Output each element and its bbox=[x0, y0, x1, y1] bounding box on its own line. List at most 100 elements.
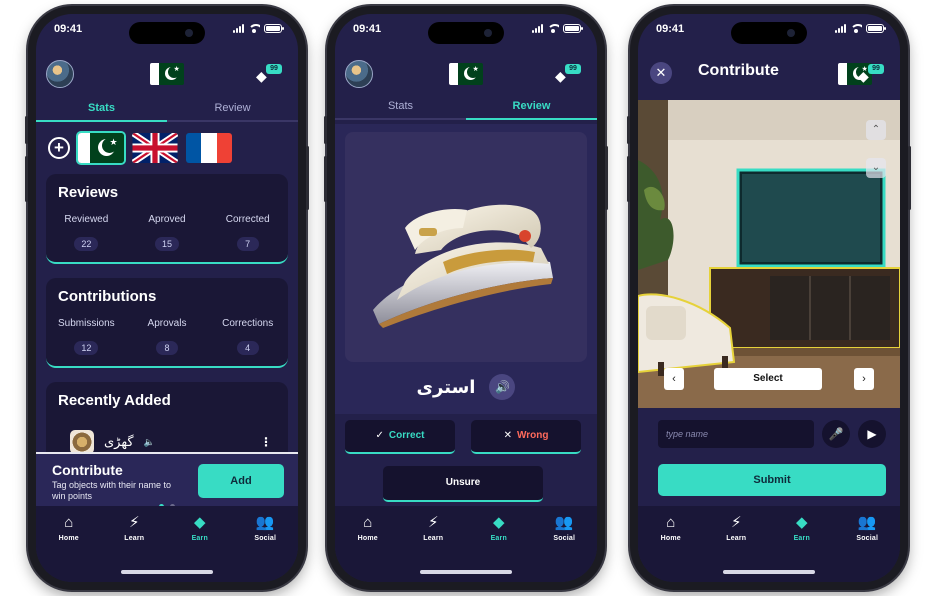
screen: 09:41 ✕ Contribute ★ ◆ 99 ⌃ ⌄ ‹ Select ›… bbox=[638, 14, 900, 582]
flag-france[interactable] bbox=[186, 133, 232, 163]
flag-uk[interactable] bbox=[132, 133, 178, 163]
screen: 09:41 ★ ◆ 99 Stats Review bbox=[335, 14, 597, 582]
lightning-icon: ⚡ bbox=[128, 514, 140, 531]
dynamic-island bbox=[428, 22, 504, 44]
nav-earn[interactable]: ◆ Earn bbox=[769, 514, 835, 542]
status-bar: 09:41 bbox=[335, 14, 597, 50]
nav-earn[interactable]: ◆ Earn bbox=[466, 514, 532, 542]
correct-button[interactable]: ✓ Correct bbox=[345, 420, 455, 454]
signal-icon bbox=[835, 24, 846, 33]
list-item[interactable]: گھڑی 🔈 ⋮ bbox=[70, 430, 272, 454]
tab-review[interactable]: Review bbox=[167, 98, 298, 120]
battery-icon bbox=[563, 24, 583, 33]
nav-social[interactable]: 👥 Social bbox=[532, 514, 598, 542]
nav-social[interactable]: 👥 Social bbox=[835, 514, 901, 542]
dynamic-island bbox=[731, 22, 807, 44]
next-arrow-icon[interactable]: › bbox=[854, 368, 874, 390]
pakistan-flag-icon[interactable]: ★ bbox=[449, 63, 483, 85]
tab-stats[interactable]: Stats bbox=[335, 96, 466, 118]
gems-button[interactable]: ◆ 99 bbox=[858, 64, 888, 86]
review-panel: استری 🔊 bbox=[335, 124, 597, 414]
contribute-title: Contribute bbox=[52, 462, 123, 478]
people-icon: 👥 bbox=[857, 514, 877, 531]
stat-submissions: Submissions 12 bbox=[57, 318, 115, 355]
object-image bbox=[345, 132, 587, 362]
more-options-icon[interactable]: ⋮ bbox=[260, 435, 272, 449]
wrong-button[interactable]: ✕ Wrong bbox=[471, 420, 581, 454]
stat-reviewed: Reviewed 22 bbox=[64, 214, 109, 251]
nav-social[interactable]: 👥 Social bbox=[233, 514, 299, 542]
unsure-button[interactable]: Unsure bbox=[383, 466, 543, 502]
nav-learn[interactable]: ⚡ Learn bbox=[704, 514, 770, 542]
status-bar: 09:41 bbox=[638, 14, 900, 50]
name-input[interactable] bbox=[658, 420, 814, 448]
speaker-icon[interactable]: 🔈 bbox=[144, 437, 155, 448]
status-time: 09:41 bbox=[656, 23, 685, 35]
microphone-icon[interactable]: 🎤 bbox=[822, 420, 850, 448]
signal-icon bbox=[233, 24, 244, 33]
nav-home[interactable]: ⌂ Home bbox=[335, 514, 401, 542]
contributions-card: Contributions Submissions 12 Aprovals 8 … bbox=[46, 278, 288, 368]
gem-count-badge: 99 bbox=[868, 64, 884, 74]
home-icon: ⌂ bbox=[363, 514, 373, 531]
chevron-up-icon[interactable]: ⌃ bbox=[866, 120, 886, 140]
gems-button[interactable]: ◆ 99 bbox=[256, 64, 286, 86]
close-icon[interactable]: ✕ bbox=[650, 62, 672, 84]
item-word: گھڑی bbox=[104, 434, 134, 449]
nav-learn[interactable]: ⚡ Learn bbox=[102, 514, 168, 542]
speaker-icon[interactable]: 🔊 bbox=[489, 374, 516, 400]
flag-pakistan[interactable]: ★ bbox=[78, 133, 124, 163]
status-time: 09:41 bbox=[353, 23, 382, 35]
stat-approved: Aproved 15 bbox=[148, 214, 186, 251]
nav-home[interactable]: ⌂ Home bbox=[638, 514, 704, 542]
room-photo[interactable]: ⌃ ⌄ ‹ Select › bbox=[638, 100, 900, 408]
reviews-card: Reviews Reviewed 22 Aproved 15 Corrected… bbox=[46, 174, 288, 264]
gem-icon: ◆ bbox=[795, 514, 808, 531]
recently-added-title: Recently Added bbox=[58, 392, 171, 409]
nav-learn[interactable]: ⚡ Learn bbox=[401, 514, 467, 542]
select-button[interactable]: Select bbox=[714, 368, 822, 390]
chevron-down-icon[interactable]: ⌄ bbox=[866, 158, 886, 178]
item-thumbnail bbox=[70, 430, 94, 454]
pakistan-flag-icon[interactable]: ★ bbox=[150, 63, 184, 85]
tab-review[interactable]: Review bbox=[466, 96, 597, 120]
gems-button[interactable]: ◆ 99 bbox=[555, 64, 585, 86]
tab-bar: Stats Review bbox=[36, 98, 298, 122]
contribute-description: Tag objects with their name to win point… bbox=[52, 480, 172, 501]
gem-icon: ◆ bbox=[492, 514, 505, 531]
home-indicator bbox=[723, 570, 815, 574]
living-room-image bbox=[638, 100, 900, 408]
play-icon[interactable]: ▶ bbox=[858, 420, 886, 448]
nav-home[interactable]: ⌂ Home bbox=[36, 514, 102, 542]
signal-icon bbox=[532, 24, 543, 33]
reviews-title: Reviews bbox=[58, 184, 119, 201]
add-language-icon[interactable]: + bbox=[48, 137, 70, 159]
previous-arrow-icon[interactable]: ‹ bbox=[664, 368, 684, 390]
add-button[interactable]: Add bbox=[198, 464, 284, 498]
battery-icon bbox=[866, 24, 886, 33]
home-icon: ⌂ bbox=[64, 514, 74, 531]
language-flags: + ★ bbox=[48, 132, 286, 164]
wifi-icon bbox=[547, 24, 559, 33]
avatar[interactable] bbox=[345, 60, 373, 88]
tab-bar: Stats Review bbox=[335, 96, 597, 120]
close-icon: ✕ bbox=[503, 430, 512, 441]
phone-contribute: 09:41 ✕ Contribute ★ ◆ 99 ⌃ ⌄ ‹ Select ›… bbox=[627, 6, 911, 590]
people-icon: 👥 bbox=[255, 514, 275, 531]
avatar[interactable] bbox=[46, 60, 74, 88]
status-time: 09:41 bbox=[54, 23, 83, 35]
stat-approvals: Aprovals 8 bbox=[147, 318, 187, 355]
dynamic-island bbox=[129, 22, 205, 44]
home-icon: ⌂ bbox=[666, 514, 676, 531]
bottom-nav: ⌂ Home ⚡ Learn ◆ Earn 👥 Social bbox=[36, 506, 298, 582]
home-indicator bbox=[420, 570, 512, 574]
tab-stats[interactable]: Stats bbox=[36, 98, 167, 122]
contributions-title: Contributions bbox=[58, 288, 157, 305]
wifi-icon bbox=[850, 24, 862, 33]
screen: 09:41 ★ ◆ 99 Stats Review bbox=[36, 14, 298, 582]
showcase: 09:41 ★ ◆ 99 Stats Review + ★ Reviews Re… bbox=[0, 0, 931, 596]
submit-button[interactable]: Submit bbox=[658, 464, 886, 496]
stat-corrections: Corrections 4 bbox=[222, 318, 274, 355]
nav-earn[interactable]: ◆ Earn bbox=[167, 514, 233, 542]
phone-stats: 09:41 ★ ◆ 99 Stats Review + ★ Reviews Re… bbox=[25, 6, 309, 590]
